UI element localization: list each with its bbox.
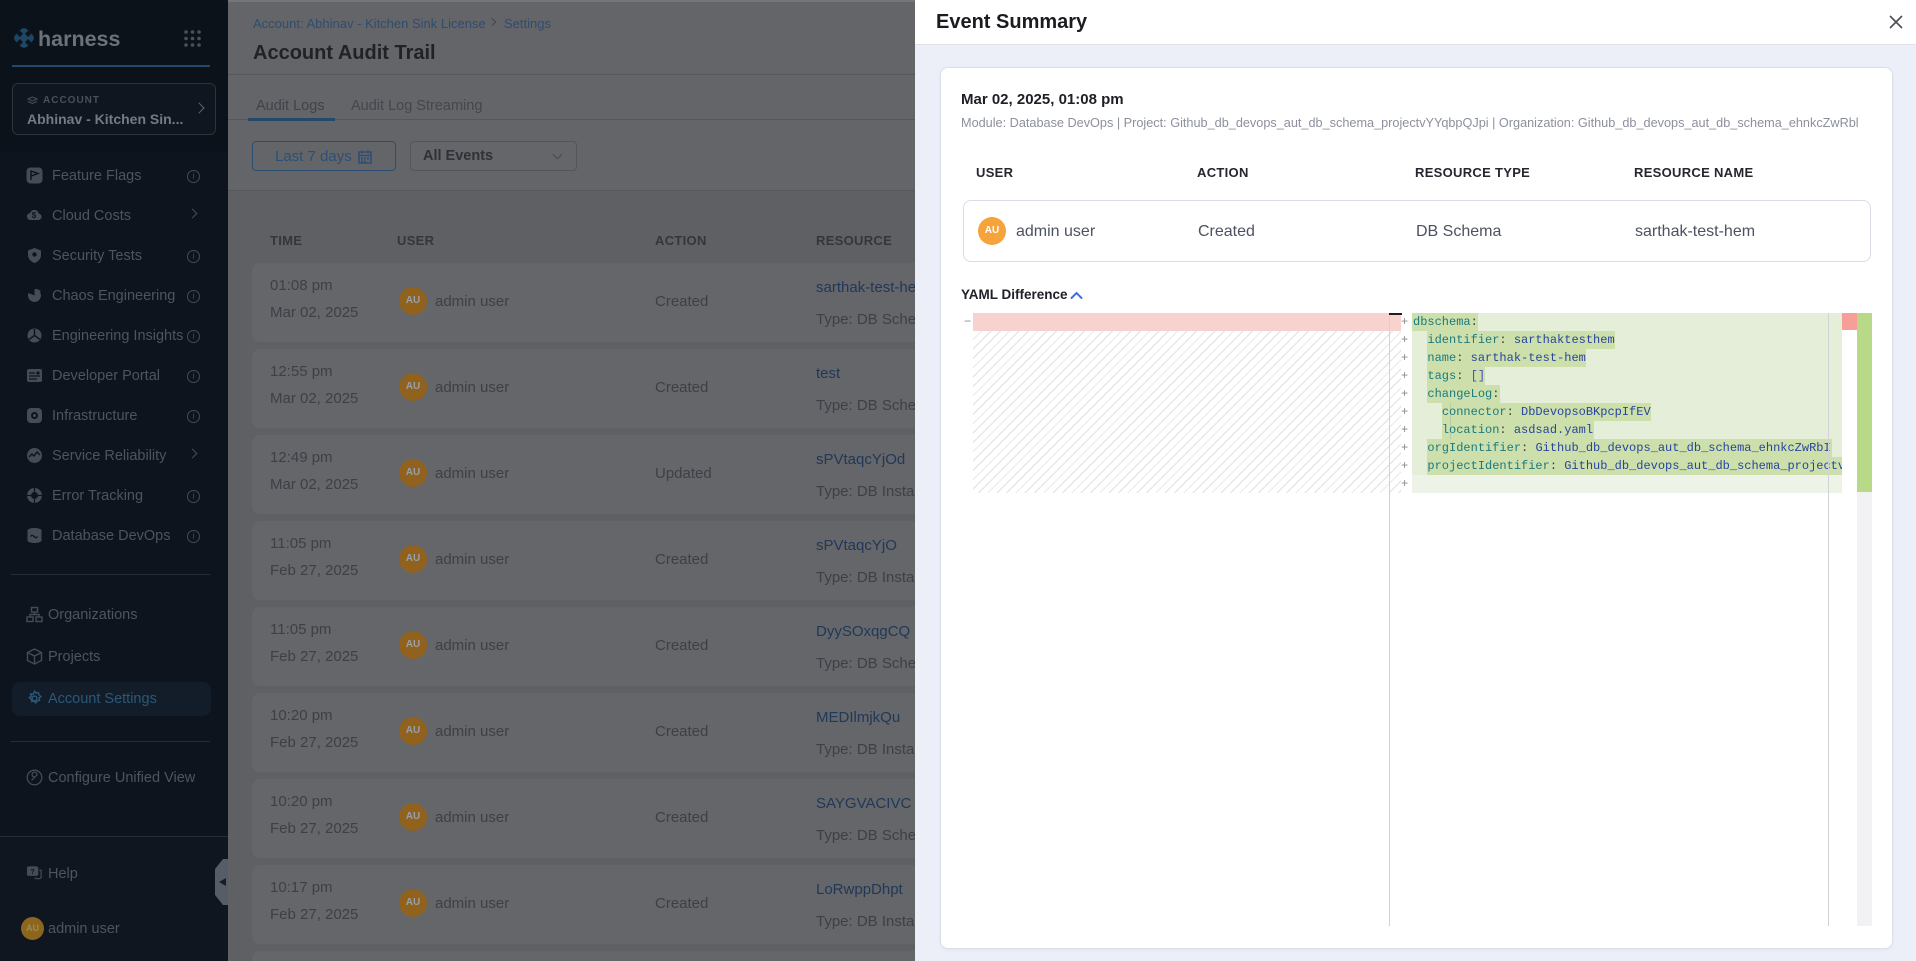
svg-text:?: ? [30,867,35,876]
svg-text:$: $ [32,211,37,220]
